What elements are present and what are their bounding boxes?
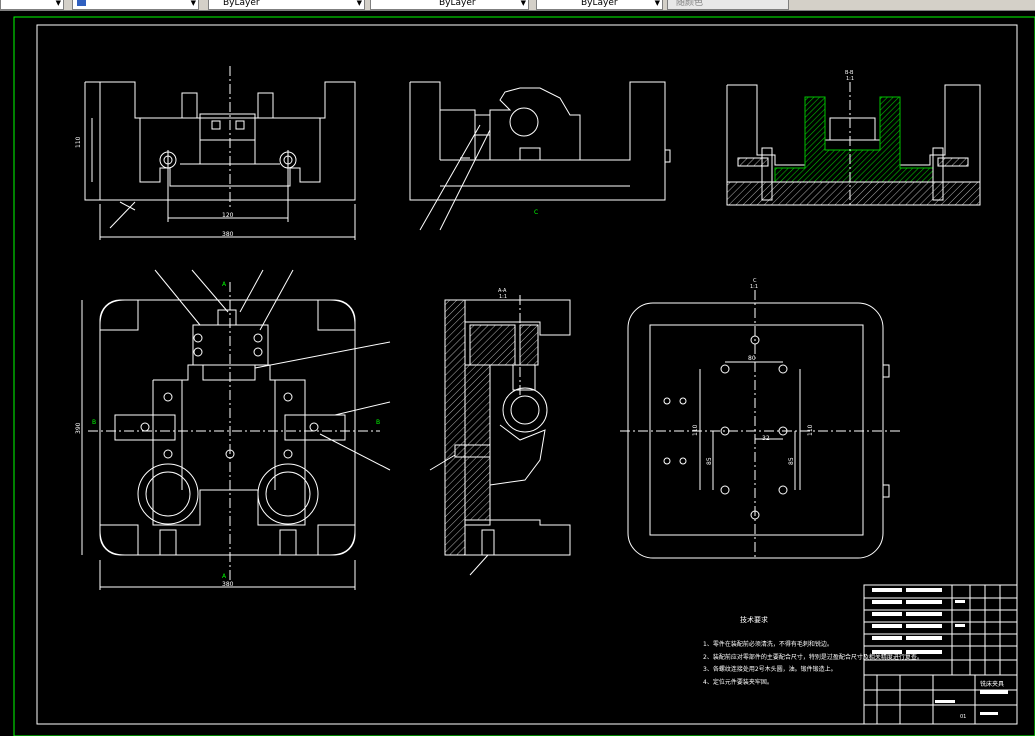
chevron-down-icon: ▼ [520, 0, 526, 7]
plotstyle-combo[interactable]: ByLayer ▼ [536, 0, 663, 10]
chevron-down-icon: ▼ [654, 0, 660, 7]
title-block-fill [872, 588, 1008, 715]
lineweight-combo[interactable]: ByLayer ▼ [370, 0, 529, 10]
cut-b-label-right: B [376, 419, 380, 426]
title-sheet-code: 01 [960, 714, 966, 720]
cut-a-label-top: A [222, 281, 227, 288]
base-span-top-dim: 80 [748, 355, 756, 362]
title-part-name: 铣床夹具 [980, 680, 1004, 688]
chevron-down-icon: ▼ [356, 0, 362, 7]
base-inner-right-dim: 85 [788, 457, 795, 465]
linetype-combo[interactable]: ByLayer ▼ [208, 0, 365, 10]
front-height-dim: 110 [75, 136, 82, 148]
chevron-down-icon: ▼ [190, 0, 196, 7]
drawing-canvas[interactable]: 120 380 110 C B-B 1:1 380 390 A A B B A-… [0, 11, 1035, 736]
plan-height-dim: 390 [75, 422, 82, 434]
plan-width-dim: 380 [222, 581, 234, 588]
plot-color-combo[interactable]: 随颜色 [667, 0, 789, 10]
side-section-view[interactable] [429, 295, 571, 576]
section-view-hatched[interactable] [726, 82, 981, 206]
properties-toolbar: ▼ ▼ ByLayer ▼ ByLayer ▼ ByLayer ▼ 随颜色 [0, 0, 1035, 11]
side-section-scale: 1:1 [499, 294, 507, 300]
base-title-scale: 1:1 [750, 284, 758, 290]
cut-a-label-bottom: A [222, 573, 227, 580]
side-view[interactable] [409, 81, 671, 231]
note-item-4: 4、定位元件要装夹牢固。 [703, 678, 773, 686]
front-view[interactable] [84, 66, 356, 240]
inner-border [36, 24, 1018, 725]
base-view-scale: 1:1 [846, 76, 854, 82]
base-inner-left-dim: 85 [706, 457, 713, 465]
front-width-dim: 380 [222, 231, 234, 238]
color-combo[interactable]: ▼ [0, 0, 64, 10]
base-plate-view[interactable] [620, 290, 900, 560]
base-height-left-dim: 110 [692, 424, 699, 436]
layer-icon [77, 0, 86, 6]
plan-view[interactable] [81, 269, 391, 590]
note-item-3: 3、各螺纹连接处用2号木头圆，油。锻件锻造上。 [703, 665, 837, 673]
base-height-right-dim: 110 [807, 424, 814, 436]
cut-b-label-left: B [92, 419, 96, 426]
base-span-mid-dim: 32 [762, 435, 770, 442]
layer-combo[interactable]: ▼ [72, 0, 199, 10]
note-item-2: 2、装配前应对零部件的主要配合尺寸，特别是过盈配合尺寸及相关精度进行复查。 [703, 653, 923, 661]
note-item-1: 1、零件在装配前必须清洗，不得有毛刺和锐边。 [703, 640, 833, 648]
notes-title: 技术要求 [740, 615, 768, 624]
cut-c-label: C [534, 209, 538, 216]
front-span-dim: 120 [222, 212, 234, 219]
chevron-down-icon: ▼ [55, 0, 61, 7]
